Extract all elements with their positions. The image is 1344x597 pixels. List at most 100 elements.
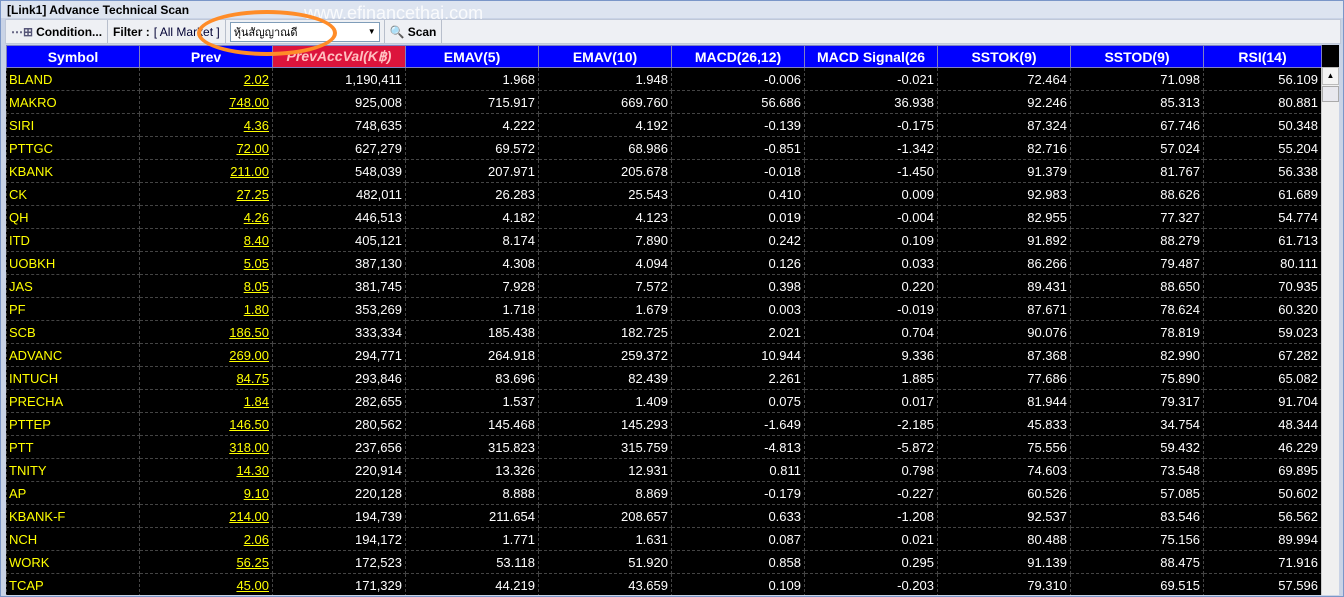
prev-link[interactable]: 84.75 xyxy=(139,366,273,390)
value-cell: 172,523 xyxy=(272,550,406,574)
condition-button[interactable]: ⋯⊞ Condition... xyxy=(6,20,109,43)
table-row[interactable]: NCH 2.06 194,172 1.771 1.631 0.087 0.021 80.488… xyxy=(6,527,1322,551)
symbol-cell[interactable]: AP xyxy=(6,481,140,505)
symbol-cell[interactable]: QH xyxy=(6,205,140,229)
symbol-cell[interactable]: SCB xyxy=(6,320,140,344)
value-cell: 80.111 xyxy=(1203,251,1322,275)
prev-link[interactable]: 146.50 xyxy=(139,412,273,436)
symbol-cell[interactable]: INTUCH xyxy=(6,366,140,390)
column-header-3[interactable]: EMAV(5) xyxy=(405,45,539,68)
prev-link[interactable]: 4.36 xyxy=(139,113,273,137)
table-row[interactable]: MAKRO 748.00 925,008 715.917 669.760 56.686 36… xyxy=(6,90,1322,114)
symbol-cell[interactable]: ITD xyxy=(6,228,140,252)
table-row[interactable]: PTT 318.00 237,656 315.823 315.759 -4.813 -5.8… xyxy=(6,435,1322,459)
symbol-cell[interactable]: MAKRO xyxy=(6,90,140,114)
symbol-cell[interactable]: ADVANC xyxy=(6,343,140,367)
table-row[interactable]: KBANK 211.00 548,039 207.971 205.678 -0.018 -1… xyxy=(6,159,1322,183)
prev-link[interactable]: 45.00 xyxy=(139,573,273,595)
value-cell: 0.410 xyxy=(671,182,805,206)
prev-link[interactable]: 5.05 xyxy=(139,251,273,275)
table-row[interactable]: PF 1.80 353,269 1.718 1.679 0.003 -0.019 87.671… xyxy=(6,297,1322,321)
symbol-cell[interactable]: PF xyxy=(6,297,140,321)
symbol-cell[interactable]: PTTEP xyxy=(6,412,140,436)
symbol-cell[interactable]: KBANK-F xyxy=(6,504,140,528)
symbol-cell[interactable]: TNITY xyxy=(6,458,140,482)
value-cell: 73.548 xyxy=(1070,458,1204,482)
condition-label: Condition... xyxy=(36,24,103,39)
table-row[interactable]: AP 9.10 220,128 8.888 8.869 -0.179 -0.227 60.52… xyxy=(6,481,1322,505)
filter-value[interactable]: [ All Market ] xyxy=(154,25,220,39)
prev-link[interactable]: 214.00 xyxy=(139,504,273,528)
symbol-cell[interactable]: TCAP xyxy=(6,573,140,595)
scroll-thumb[interactable] xyxy=(1322,86,1339,102)
table-row[interactable]: SIRI 4.36 748,635 4.222 4.192 -0.139 -0.175 87.… xyxy=(6,113,1322,137)
prev-link[interactable]: 1.84 xyxy=(139,389,273,413)
symbol-cell[interactable]: JAS xyxy=(6,274,140,298)
symbol-cell[interactable]: WORK xyxy=(6,550,140,574)
column-header-8[interactable]: SSTOD(9) xyxy=(1070,45,1204,68)
table-row[interactable]: ADVANC 269.00 294,771 264.918 259.372 10.944 9… xyxy=(6,343,1322,367)
symbol-cell[interactable]: PTT xyxy=(6,435,140,459)
chevron-down-icon[interactable]: ▼ xyxy=(365,23,379,41)
symbol-cell[interactable]: CK xyxy=(6,182,140,206)
value-cell: 71.916 xyxy=(1203,550,1322,574)
value-cell: 315.759 xyxy=(538,435,672,459)
symbol-cell[interactable]: NCH xyxy=(6,527,140,551)
prev-link[interactable]: 4.26 xyxy=(139,205,273,229)
prev-link[interactable]: 8.05 xyxy=(139,274,273,298)
prev-link[interactable]: 14.30 xyxy=(139,458,273,482)
table-row[interactable]: UOBKH 5.05 387,130 4.308 4.094 0.126 0.033 86.2… xyxy=(6,251,1322,275)
table-row[interactable]: KBANK-F 214.00 194,739 211.654 208.657 0.633-… xyxy=(6,504,1322,528)
prev-link[interactable]: 27.25 xyxy=(139,182,273,206)
table-row[interactable]: BLAND 2.02 1,190,411 1.968 1.948 -0.006 -0.021… xyxy=(6,67,1322,91)
prev-link[interactable]: 2.02 xyxy=(139,67,273,91)
prev-link[interactable]: 269.00 xyxy=(139,343,273,367)
table-row[interactable]: INTUCH 84.75 293,846 83.696 82.439 2.261 1.885… xyxy=(6,366,1322,390)
column-header-4[interactable]: EMAV(10) xyxy=(538,45,672,68)
value-cell: 211.654 xyxy=(405,504,539,528)
symbol-cell[interactable]: PTTGC xyxy=(6,136,140,160)
table-row[interactable]: SCB 186.50 333,334 185.438 182.725 2.021 0.704… xyxy=(6,320,1322,344)
scan-button[interactable]: 🔍 Scan xyxy=(383,20,443,43)
prev-link[interactable]: 211.00 xyxy=(139,159,273,183)
column-header-0[interactable]: Symbol xyxy=(6,45,140,68)
prev-link[interactable]: 318.00 xyxy=(139,435,273,459)
table-row[interactable]: PTTEP 146.50 280,562 145.468 145.293 -1.649 -2… xyxy=(6,412,1322,436)
table-row[interactable]: JAS 8.05 381,745 7.928 7.572 0.398 0.220 89.431… xyxy=(6,274,1322,298)
prev-link[interactable]: 9.10 xyxy=(139,481,273,505)
prev-link[interactable]: 8.40 xyxy=(139,228,273,252)
symbol-cell[interactable]: KBANK xyxy=(6,159,140,183)
table-row[interactable]: ITD 8.40 405,121 8.174 7.890 0.242 0.109 91.892… xyxy=(6,228,1322,252)
column-header-6[interactable]: MACD Signal(26 xyxy=(804,45,938,68)
table-row[interactable]: WORK 56.25 172,523 53.118 51.920 0.858 0.295 91… xyxy=(6,550,1322,574)
symbol-cell[interactable]: UOBKH xyxy=(6,251,140,275)
table-row[interactable]: CK 27.25 482,011 26.283 25.543 0.410 0.009 92.9… xyxy=(6,182,1322,206)
prev-link[interactable]: 1.80 xyxy=(139,297,273,321)
column-header-1[interactable]: Prev xyxy=(139,45,273,68)
symbol-cell[interactable]: PRECHA xyxy=(6,389,140,413)
table-row[interactable]: PRECHA 1.84 282,655 1.537 1.409 0.075 0.017 81.… xyxy=(6,389,1322,413)
table-row[interactable]: TNITY 14.30 220,914 13.326 12.931 0.811 0.798 7… xyxy=(6,458,1322,482)
symbol-cell[interactable]: BLAND xyxy=(6,67,140,91)
prev-link[interactable]: 748.00 xyxy=(139,90,273,114)
value-cell: 280,562 xyxy=(272,412,406,436)
vertical-scrollbar[interactable]: ▲ xyxy=(1321,67,1339,595)
column-header-5[interactable]: MACD(26,12) xyxy=(671,45,805,68)
value-cell: 55.204 xyxy=(1203,136,1322,160)
table-row[interactable]: QH 4.26 446,513 4.182 4.123 0.019 -0.004 82.955… xyxy=(6,205,1322,229)
column-header-2[interactable]: PrevAccVal(K฿) xyxy=(272,45,406,68)
table-row[interactable]: TCAP 45.00 171,329 44.219 43.659 0.109 -0.203 7… xyxy=(6,573,1322,595)
prev-link[interactable]: 56.25 xyxy=(139,550,273,574)
scroll-up-icon[interactable]: ▲ xyxy=(1322,67,1339,85)
prev-link[interactable]: 72.00 xyxy=(139,136,273,160)
prev-link[interactable]: 2.06 xyxy=(139,527,273,551)
table-row[interactable]: PTTGC 72.00 627,279 69.572 68.986 -0.851 -1.34… xyxy=(6,136,1322,160)
value-cell: 46.229 xyxy=(1203,435,1322,459)
prev-link[interactable]: 186.50 xyxy=(139,320,273,344)
scan-preset-select[interactable]: หุ้นสัญญาณดี ▼ xyxy=(229,21,380,42)
value-cell: -0.851 xyxy=(671,136,805,160)
column-header-7[interactable]: SSTOK(9) xyxy=(937,45,1071,68)
symbol-cell[interactable]: SIRI xyxy=(6,113,140,137)
column-header-9[interactable]: RSI(14) xyxy=(1203,45,1322,68)
value-cell: 0.087 xyxy=(671,527,805,551)
